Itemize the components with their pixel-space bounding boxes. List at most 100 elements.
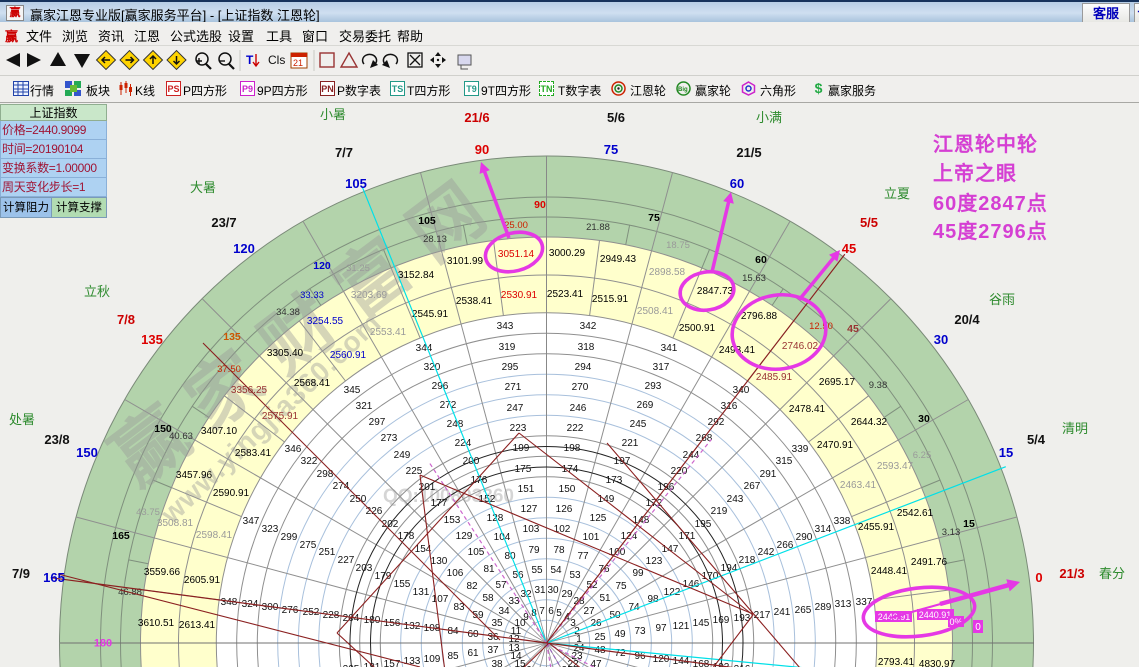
svg-text:155: 155 — [394, 579, 411, 590]
svg-text:101: 101 — [583, 532, 600, 543]
svg-text:15: 15 — [963, 518, 975, 530]
svg-text:109: 109 — [424, 654, 441, 665]
svg-text:345: 345 — [344, 385, 361, 396]
svg-text:249: 249 — [394, 450, 411, 461]
svg-text:Big: Big — [678, 87, 688, 93]
svg-text:241: 241 — [774, 607, 791, 618]
svg-text:346: 346 — [285, 444, 302, 455]
svg-text:2949.43: 2949.43 — [600, 254, 637, 265]
svg-text:313: 313 — [835, 599, 852, 610]
svg-text:3152.84: 3152.84 — [398, 270, 435, 281]
svg-text:347: 347 — [243, 516, 260, 527]
svg-text:2605.91: 2605.91 — [184, 575, 221, 586]
svg-text:23/8: 23/8 — [44, 432, 69, 447]
svg-text:2448.41: 2448.41 — [871, 566, 908, 577]
svg-text:271: 271 — [505, 382, 522, 393]
svg-text:2613.41: 2613.41 — [179, 620, 216, 631]
svg-text:102: 102 — [554, 524, 571, 535]
svg-text:2796.88: 2796.88 — [741, 311, 778, 322]
svg-text:2440.91: 2440.91 — [919, 610, 952, 620]
svg-text:120: 120 — [313, 260, 331, 272]
svg-text:2695.17: 2695.17 — [819, 377, 856, 388]
svg-text:267: 267 — [744, 481, 761, 492]
svg-text:2898.58: 2898.58 — [649, 267, 686, 278]
svg-text:2478.41: 2478.41 — [789, 404, 826, 415]
svg-text:0: 0 — [1035, 570, 1042, 585]
svg-text:78: 78 — [553, 545, 565, 556]
svg-text:339: 339 — [792, 444, 809, 455]
svg-text:2847.73: 2847.73 — [697, 286, 734, 297]
svg-text:21.88: 21.88 — [586, 222, 610, 233]
svg-text:2508.41: 2508.41 — [637, 306, 674, 317]
svg-text:33.33: 33.33 — [300, 290, 324, 301]
svg-text:15: 15 — [999, 445, 1013, 460]
svg-text:20/4: 20/4 — [954, 312, 980, 327]
svg-text:90: 90 — [534, 199, 546, 211]
svg-text:立夏: 立夏 — [884, 186, 910, 201]
svg-text:7/8: 7/8 — [117, 312, 135, 327]
svg-text:60: 60 — [730, 176, 744, 191]
svg-text:53: 53 — [569, 570, 581, 581]
svg-text:221: 221 — [622, 438, 639, 449]
svg-text:248: 248 — [447, 419, 464, 430]
svg-text:清明: 清明 — [1062, 421, 1088, 436]
svg-text:7/9: 7/9 — [12, 566, 30, 581]
svg-text:127: 127 — [521, 504, 538, 515]
svg-text:318: 318 — [578, 342, 595, 353]
svg-text:大暑: 大暑 — [190, 180, 216, 195]
svg-text:270: 270 — [572, 382, 589, 393]
svg-text:2545.91: 2545.91 — [412, 309, 449, 320]
svg-text:244: 244 — [683, 450, 700, 461]
svg-text:54: 54 — [550, 565, 562, 576]
svg-text:145: 145 — [693, 618, 710, 629]
svg-text:3508.81: 3508.81 — [157, 518, 194, 529]
svg-text:151: 151 — [518, 484, 535, 495]
svg-text:28.13: 28.13 — [423, 234, 447, 245]
svg-text:105: 105 — [345, 176, 367, 191]
svg-text:314: 314 — [815, 524, 832, 535]
svg-text:5: 5 — [556, 608, 562, 619]
svg-text:2470.91: 2470.91 — [817, 440, 854, 451]
svg-text:3407.10: 3407.10 — [201, 426, 238, 437]
svg-text:342: 342 — [580, 321, 597, 332]
svg-text:31.25: 31.25 — [346, 263, 370, 274]
svg-text:处暑: 处暑 — [9, 412, 35, 427]
svg-text:立秋: 立秋 — [84, 284, 110, 299]
svg-text:107: 107 — [432, 594, 449, 605]
svg-text:21: 21 — [293, 58, 303, 68]
svg-text:150: 150 — [559, 484, 576, 495]
svg-text:12.50: 12.50 — [809, 321, 833, 332]
svg-text:126: 126 — [556, 504, 573, 515]
svg-text:2542.61: 2542.61 — [897, 508, 934, 519]
svg-text:30: 30 — [547, 585, 559, 596]
svg-text:6.25: 6.25 — [913, 450, 932, 461]
svg-text:199: 199 — [513, 443, 530, 454]
svg-text:35: 35 — [491, 618, 503, 629]
svg-text:2455.91: 2455.91 — [858, 522, 895, 533]
svg-text:51: 51 — [599, 593, 611, 604]
svg-text:3559.66: 3559.66 — [144, 567, 181, 578]
svg-text:273: 273 — [381, 433, 398, 444]
svg-text:27: 27 — [583, 606, 595, 617]
svg-text:3000.29: 3000.29 — [549, 248, 586, 259]
svg-text:344: 344 — [416, 343, 433, 354]
svg-text:299: 299 — [281, 532, 298, 543]
svg-text:18.75: 18.75 — [666, 240, 690, 251]
svg-text:2485.91: 2485.91 — [756, 372, 793, 383]
svg-text:春分: 春分 — [1099, 566, 1125, 581]
svg-text:269: 269 — [637, 400, 654, 411]
svg-text:3101.99: 3101.99 — [447, 256, 484, 267]
svg-text:123: 123 — [646, 556, 663, 567]
svg-text:2583.41: 2583.41 — [235, 448, 272, 459]
svg-text:272: 272 — [440, 400, 457, 411]
svg-text:75: 75 — [604, 142, 618, 157]
svg-text:120: 120 — [653, 654, 670, 665]
svg-text:3305.40: 3305.40 — [267, 348, 304, 359]
svg-text:75: 75 — [648, 212, 660, 224]
svg-text:5/4: 5/4 — [1027, 432, 1046, 447]
svg-text:23/7: 23/7 — [211, 215, 236, 230]
svg-text:341: 341 — [661, 343, 678, 354]
svg-text:15.63: 15.63 — [742, 273, 766, 284]
svg-text:3: 3 — [570, 618, 576, 629]
svg-text:79: 79 — [528, 545, 540, 556]
